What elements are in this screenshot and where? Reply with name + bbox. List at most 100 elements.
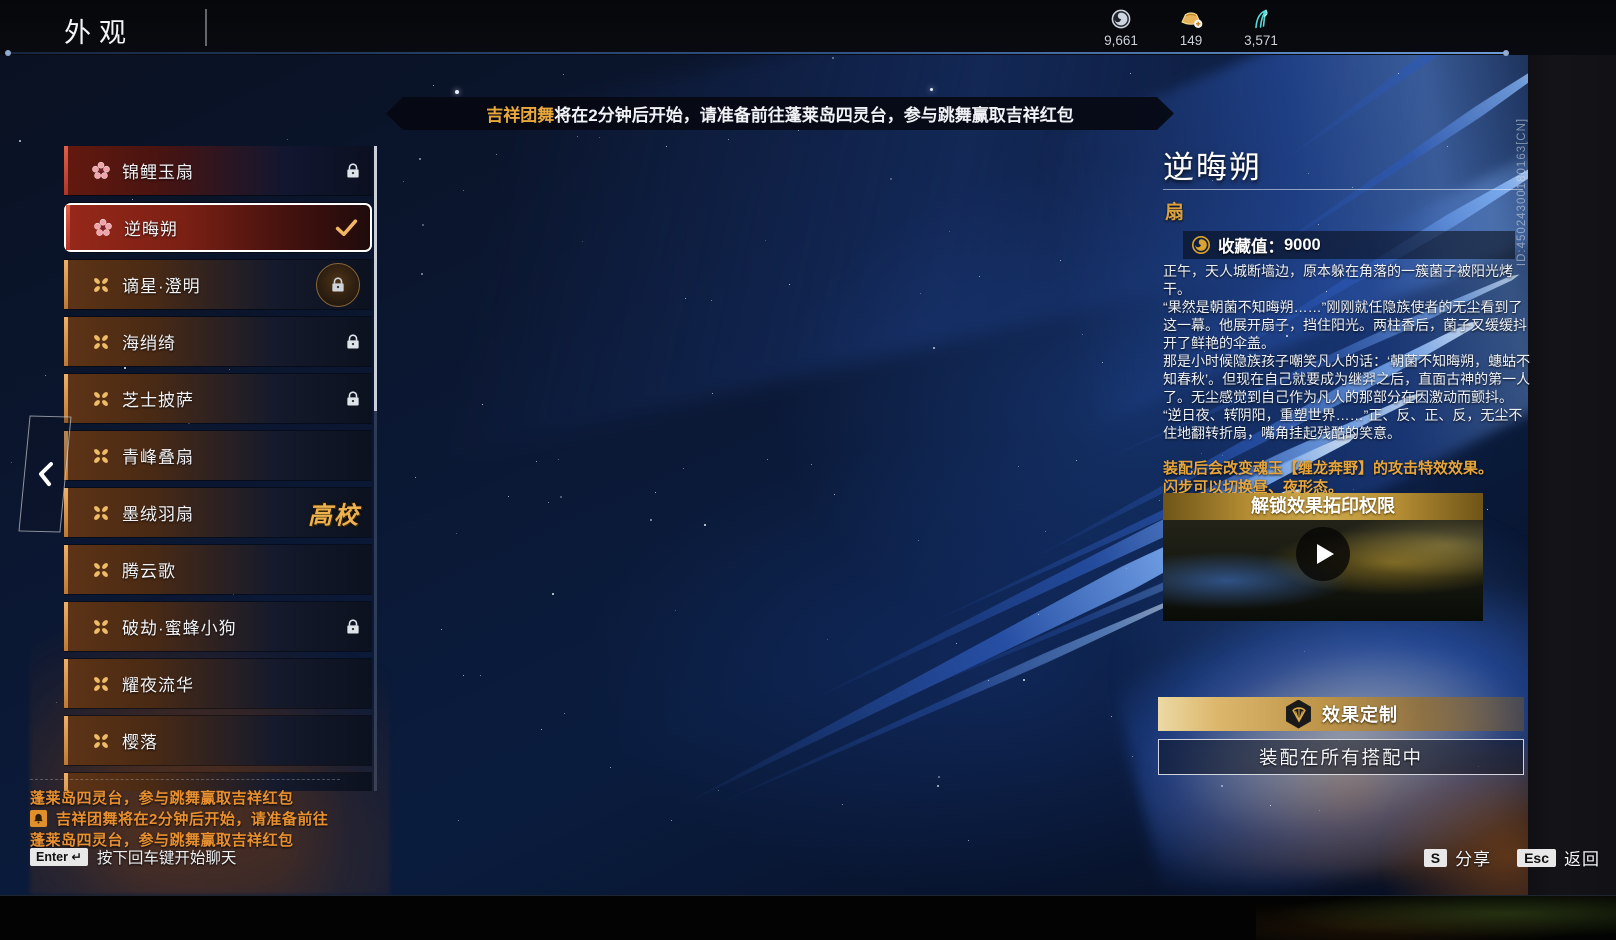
- star: [1023, 679, 1025, 681]
- event-banner-highlight: 吉祥团舞: [486, 101, 554, 126]
- star: [1045, 531, 1046, 532]
- collection-value-bar: 收藏值： 9000: [1183, 231, 1515, 259]
- chat-input-hint: Enter ↵ 按下回车键开始聊天: [30, 846, 236, 868]
- star: [933, 347, 935, 349]
- scrollbar-thumb[interactable]: [374, 146, 377, 411]
- list-item-label: 樱落: [122, 728, 158, 753]
- star: [956, 643, 957, 644]
- list-item-label: 芝士披萨: [122, 386, 194, 411]
- list-item-label: 耀夜流华: [122, 671, 194, 696]
- star: [458, 820, 459, 821]
- detail-panel: 逆晦朔 扇 收藏值： 9000 正午，天人城断墙边，原本躲在角落的一簇菌子被阳光…: [1163, 142, 1531, 187]
- list-item[interactable]: 逆晦朔: [64, 203, 372, 252]
- collection-value: 9000: [1284, 236, 1321, 255]
- star: [19, 140, 21, 142]
- footer-shortcuts: S 分享 Esc 返回: [1424, 845, 1600, 870]
- star: [890, 178, 892, 180]
- pinwheel-icon: [91, 389, 111, 409]
- star: [767, 459, 768, 460]
- list-item[interactable]: 腾云歌: [64, 545, 372, 594]
- list-item-label: 破劫·蜜蜂小狗: [122, 614, 237, 639]
- star: [728, 139, 729, 140]
- chat-hint-text: 按下回车键开始聊天: [97, 846, 237, 868]
- pinwheel-icon: [91, 560, 111, 580]
- divider-end-dot: [5, 50, 11, 56]
- star: [671, 820, 672, 821]
- star: [1126, 568, 1127, 569]
- list-item[interactable]: 耀夜流华: [64, 659, 372, 708]
- currency-feather[interactable]: 3,571: [1234, 6, 1288, 48]
- star: [798, 130, 799, 131]
- star: [11, 462, 12, 463]
- star: [827, 639, 828, 640]
- panel-divider: [1163, 189, 1523, 190]
- pinwheel-icon: [91, 674, 111, 694]
- star: [287, 139, 288, 140]
- tier-edge-bar: [64, 146, 68, 195]
- star: [712, 393, 713, 394]
- currency-coin[interactable]: 9,661: [1094, 6, 1148, 48]
- list-item[interactable]: 锦鲤玉扇: [64, 146, 372, 195]
- star: [1270, 805, 1271, 806]
- top-bar: 外观 9,661 149 3,571: [0, 0, 1616, 55]
- star: [789, 284, 790, 285]
- bell-icon: [30, 810, 47, 827]
- list-item[interactable]: 芝士披萨: [64, 374, 372, 423]
- share-button[interactable]: S 分享: [1424, 845, 1491, 870]
- star: [577, 136, 578, 137]
- enter-keycap: Enter ↵: [30, 848, 88, 866]
- page-title: 外观: [64, 11, 134, 50]
- currency-ingot[interactable]: 149: [1164, 6, 1218, 48]
- star: [1159, 500, 1160, 501]
- star: [541, 729, 542, 730]
- star: [421, 273, 423, 275]
- equip-all-button[interactable]: 装配在所有搭配中: [1158, 739, 1524, 775]
- star: [1318, 224, 1319, 225]
- ingot-icon: [1178, 6, 1204, 32]
- star: [685, 298, 686, 299]
- star: [441, 629, 442, 630]
- currency-coin-value: 9,661: [1104, 33, 1138, 48]
- outfit-lock-badge: [316, 263, 360, 307]
- play-icon[interactable]: [1296, 527, 1350, 581]
- appearance-list: 锦鲤玉扇 逆晦朔: [64, 146, 372, 791]
- back-button[interactable]: Esc 返回: [1517, 845, 1600, 870]
- star: [949, 231, 950, 232]
- list-item[interactable]: 墨绒羽扇 高校: [64, 488, 372, 537]
- star: [433, 85, 434, 86]
- list-item[interactable]: 破劫·蜜蜂小狗: [64, 602, 372, 651]
- spark-dot: [930, 88, 933, 91]
- star: [536, 461, 537, 462]
- appearance-screen: 外观 9,661 149 3,571: [0, 0, 1616, 939]
- star: [480, 675, 481, 676]
- campus-badge: 高校: [308, 495, 360, 530]
- star: [675, 610, 676, 611]
- effect-video-thumbnail[interactable]: [1163, 520, 1483, 621]
- star: [422, 224, 424, 226]
- list-scrollbar[interactable]: [374, 146, 377, 791]
- list-item-label: 锦鲤玉扇: [122, 158, 194, 183]
- chat-line: 吉祥团舞将在2分钟后开始，请准备前往: [30, 808, 340, 829]
- list-item[interactable]: 海绡绮: [64, 317, 372, 366]
- star: [419, 158, 421, 160]
- star: [548, 502, 549, 503]
- equip-all-label: 装配在所有搭配中: [1259, 744, 1423, 770]
- star: [979, 276, 980, 277]
- fan-icon: [1284, 700, 1313, 729]
- star: [938, 776, 940, 778]
- star: [1221, 785, 1223, 787]
- currency-bar: 9,661 149 3,571: [1094, 6, 1288, 48]
- list-item-label: 墨绒羽扇: [122, 500, 194, 525]
- star: [599, 137, 600, 138]
- list-item[interactable]: 樱落: [64, 716, 372, 765]
- effect-customize-button[interactable]: 效果定制: [1158, 697, 1524, 731]
- event-banner: 吉祥团舞将在2分钟后开始，请准备前往蓬莱岛四灵台，参与跳舞赢取吉祥红包: [386, 97, 1174, 130]
- blossom-icon: [91, 161, 111, 181]
- star: [811, 464, 812, 465]
- list-item[interactable]: 青峰叠扇: [64, 431, 372, 480]
- star: [666, 146, 667, 147]
- list-item-label: 青峰叠扇: [122, 443, 194, 468]
- list-item[interactable]: 谪星·澄明: [64, 260, 372, 309]
- tier-edge-bar: [64, 659, 68, 708]
- star: [1018, 466, 1019, 467]
